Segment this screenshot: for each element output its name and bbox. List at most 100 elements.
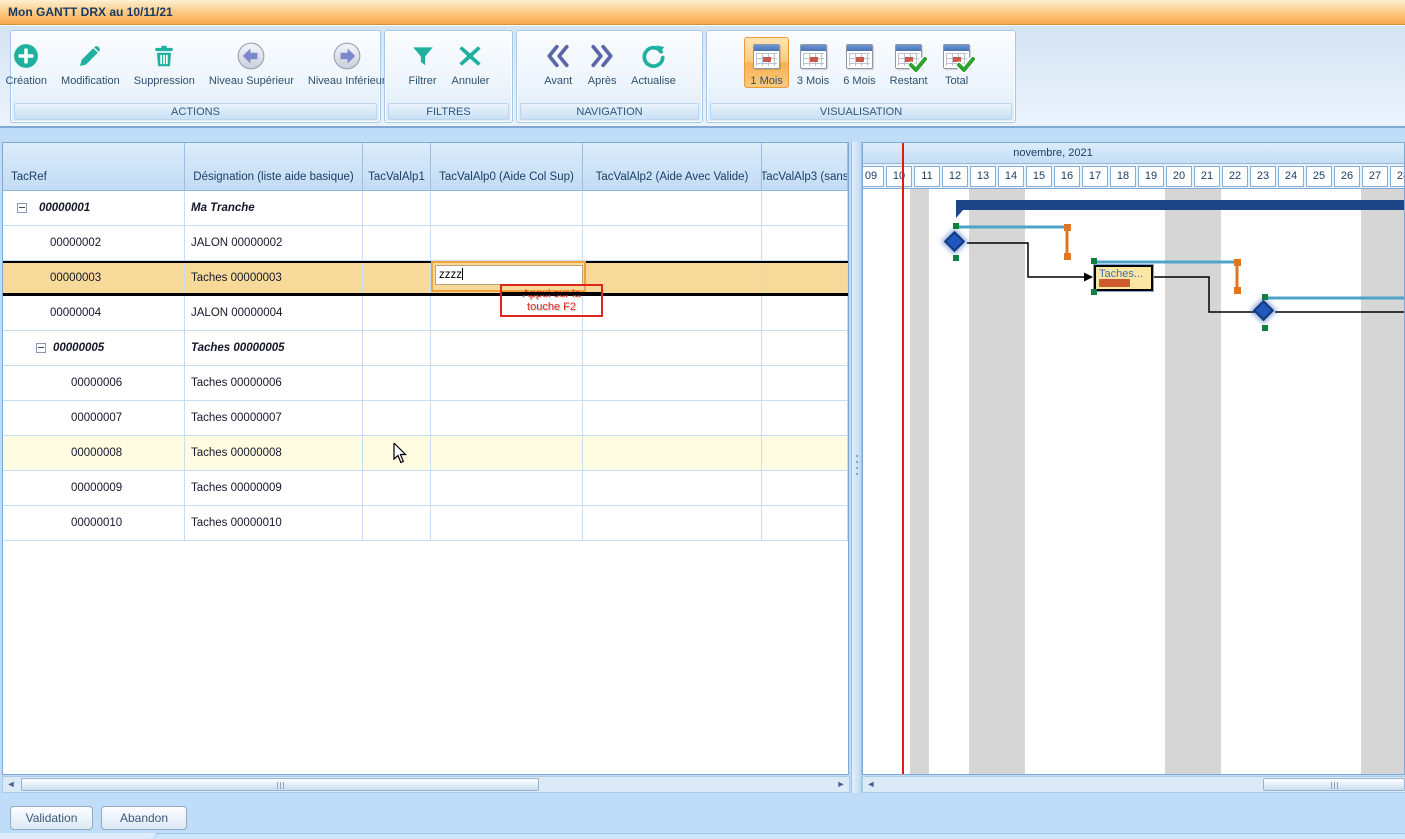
table-row[interactable]: 00000002JALON 00000002 (3, 226, 848, 261)
scroll-left-icon[interactable]: ◄ (864, 778, 878, 791)
cell-value[interactable] (363, 366, 431, 400)
cell-tacref[interactable]: 00000006 (3, 366, 185, 400)
link-handle-orange[interactable] (1234, 259, 1241, 266)
cell-designation[interactable]: Taches 00000009 (185, 471, 363, 505)
cell-value[interactable] (363, 331, 431, 365)
cell-value[interactable] (583, 263, 762, 293)
niveau-superieur-button[interactable]: Niveau Supérieur (203, 37, 300, 88)
link-handle-orange[interactable] (1234, 287, 1241, 294)
cell-tacref[interactable]: 00000005 (3, 331, 185, 365)
cell-value[interactable] (583, 226, 762, 260)
cell-designation[interactable]: Taches 00000005 (185, 331, 363, 365)
column-header[interactable]: TacRef (3, 143, 185, 190)
table-row[interactable]: 00000001Ma Tranche (3, 191, 848, 226)
cell-value[interactable] (363, 401, 431, 435)
cell-value[interactable] (363, 226, 431, 260)
cell-tacref[interactable]: 00000007 (3, 401, 185, 435)
cell-value[interactable] (583, 331, 762, 365)
filtrer-button[interactable]: Filtrer (402, 37, 444, 88)
cell-tacref[interactable]: 00000004 (3, 296, 185, 330)
cell-designation[interactable]: JALON 00000002 (185, 226, 363, 260)
scroll-left-icon[interactable]: ◄ (4, 778, 18, 791)
vue-3-mois-button[interactable]: 3 Mois (791, 37, 835, 88)
cell-value[interactable] (583, 471, 762, 505)
cell-value[interactable] (363, 263, 431, 293)
table-row[interactable]: 00000009Taches 00000009 (3, 471, 848, 506)
cell-value[interactable] (431, 471, 583, 505)
cell-value[interactable] (431, 226, 583, 260)
vue-total-button[interactable]: Total (936, 37, 978, 88)
table-row[interactable]: 00000007Taches 00000007 (3, 401, 848, 436)
gantt-hscroll-thumb[interactable] (1263, 778, 1405, 791)
table-row[interactable]: 00000008Taches 00000008 (3, 436, 848, 471)
cell-value[interactable] (762, 436, 848, 470)
gantt-hscrollbar[interactable]: ◄ (862, 776, 1405, 793)
milestone-handle[interactable] (953, 223, 959, 229)
panel-splitter[interactable] (851, 142, 862, 793)
cell-designation[interactable]: Ma Tranche (185, 191, 363, 225)
cell-value[interactable] (762, 263, 848, 293)
cell-value[interactable] (431, 436, 583, 470)
vue-restant-button[interactable]: Restant (884, 37, 934, 88)
cell-tacref[interactable]: 00000001 (3, 191, 185, 225)
link-handle-orange[interactable] (1064, 224, 1071, 231)
abandon-button[interactable]: Abandon (101, 806, 187, 830)
collapse-toggle-icon[interactable] (17, 203, 27, 213)
cell-designation[interactable]: JALON 00000004 (185, 296, 363, 330)
table-row[interactable]: 00000010Taches 00000010 (3, 506, 848, 541)
cell-value[interactable] (363, 296, 431, 330)
cell-value[interactable] (583, 191, 762, 225)
vue-6-mois-button[interactable]: 6 Mois (837, 37, 881, 88)
table-row[interactable]: 00000003Taches 00000003 (3, 261, 848, 296)
cell-designation[interactable]: Taches 00000006 (185, 366, 363, 400)
title-bar[interactable]: Mon GANTT DRX au 10/11/21 (0, 0, 1405, 25)
cell-designation[interactable]: Taches 00000008 (185, 436, 363, 470)
cell-designation[interactable]: Taches 00000010 (185, 506, 363, 540)
cell-value[interactable] (762, 471, 848, 505)
table-row[interactable]: 00000006Taches 00000006 (3, 366, 848, 401)
task-handle[interactable] (1091, 258, 1097, 264)
annuler-button[interactable]: Annuler (446, 37, 496, 88)
column-header[interactable]: TacValAlp0 (Aide Col Sup) (431, 143, 583, 190)
actualise-button[interactable]: Actualise (625, 37, 682, 88)
creation-button[interactable]: Création (0, 37, 53, 88)
cell-edit-input[interactable]: zzzz (435, 265, 583, 285)
milestone-handle[interactable] (1262, 294, 1268, 300)
summary-task-bar[interactable] (956, 200, 1404, 210)
task-bar[interactable]: Taches... (1094, 265, 1153, 291)
validation-button[interactable]: Validation (10, 806, 93, 830)
cell-value[interactable] (583, 366, 762, 400)
cell-value[interactable] (431, 331, 583, 365)
cell-value[interactable] (363, 506, 431, 540)
cell-value[interactable] (431, 366, 583, 400)
collapse-toggle-icon[interactable] (36, 343, 46, 353)
cell-value[interactable] (363, 191, 431, 225)
niveau-inferieur-button[interactable]: Niveau Inférieur (302, 37, 392, 88)
suppression-button[interactable]: Suppression (128, 37, 201, 88)
table-row[interactable]: 00000005Taches 00000005 (3, 331, 848, 366)
milestone-handle[interactable] (1262, 325, 1268, 331)
column-header[interactable]: TacValAlp1 (363, 143, 431, 190)
modification-button[interactable]: Modification (55, 37, 126, 88)
cell-value[interactable] (762, 331, 848, 365)
cell-value[interactable] (762, 366, 848, 400)
cell-value[interactable] (762, 296, 848, 330)
avant-button[interactable]: Avant (537, 37, 579, 88)
cell-tacref[interactable]: 00000002 (3, 226, 185, 260)
cell-designation[interactable]: Taches 00000003 (185, 263, 363, 293)
column-header[interactable]: TacValAlp3 (sans (762, 143, 848, 190)
cell-tacref[interactable]: 00000008 (3, 436, 185, 470)
apres-button[interactable]: Après (581, 37, 623, 88)
milestone-handle[interactable] (953, 255, 959, 261)
cell-value[interactable] (583, 401, 762, 435)
cell-designation[interactable]: Taches 00000007 (185, 401, 363, 435)
cell-value[interactable] (762, 401, 848, 435)
cell-value[interactable] (762, 506, 848, 540)
cell-tacref[interactable]: 00000010 (3, 506, 185, 540)
cell-value[interactable] (431, 191, 583, 225)
table-row[interactable]: 00000004JALON 00000004 (3, 296, 848, 331)
cell-value[interactable] (583, 296, 762, 330)
cell-value[interactable] (583, 436, 762, 470)
vue-1-mois-button[interactable]: 1 Mois (744, 37, 788, 88)
cell-tacref[interactable]: 00000009 (3, 471, 185, 505)
